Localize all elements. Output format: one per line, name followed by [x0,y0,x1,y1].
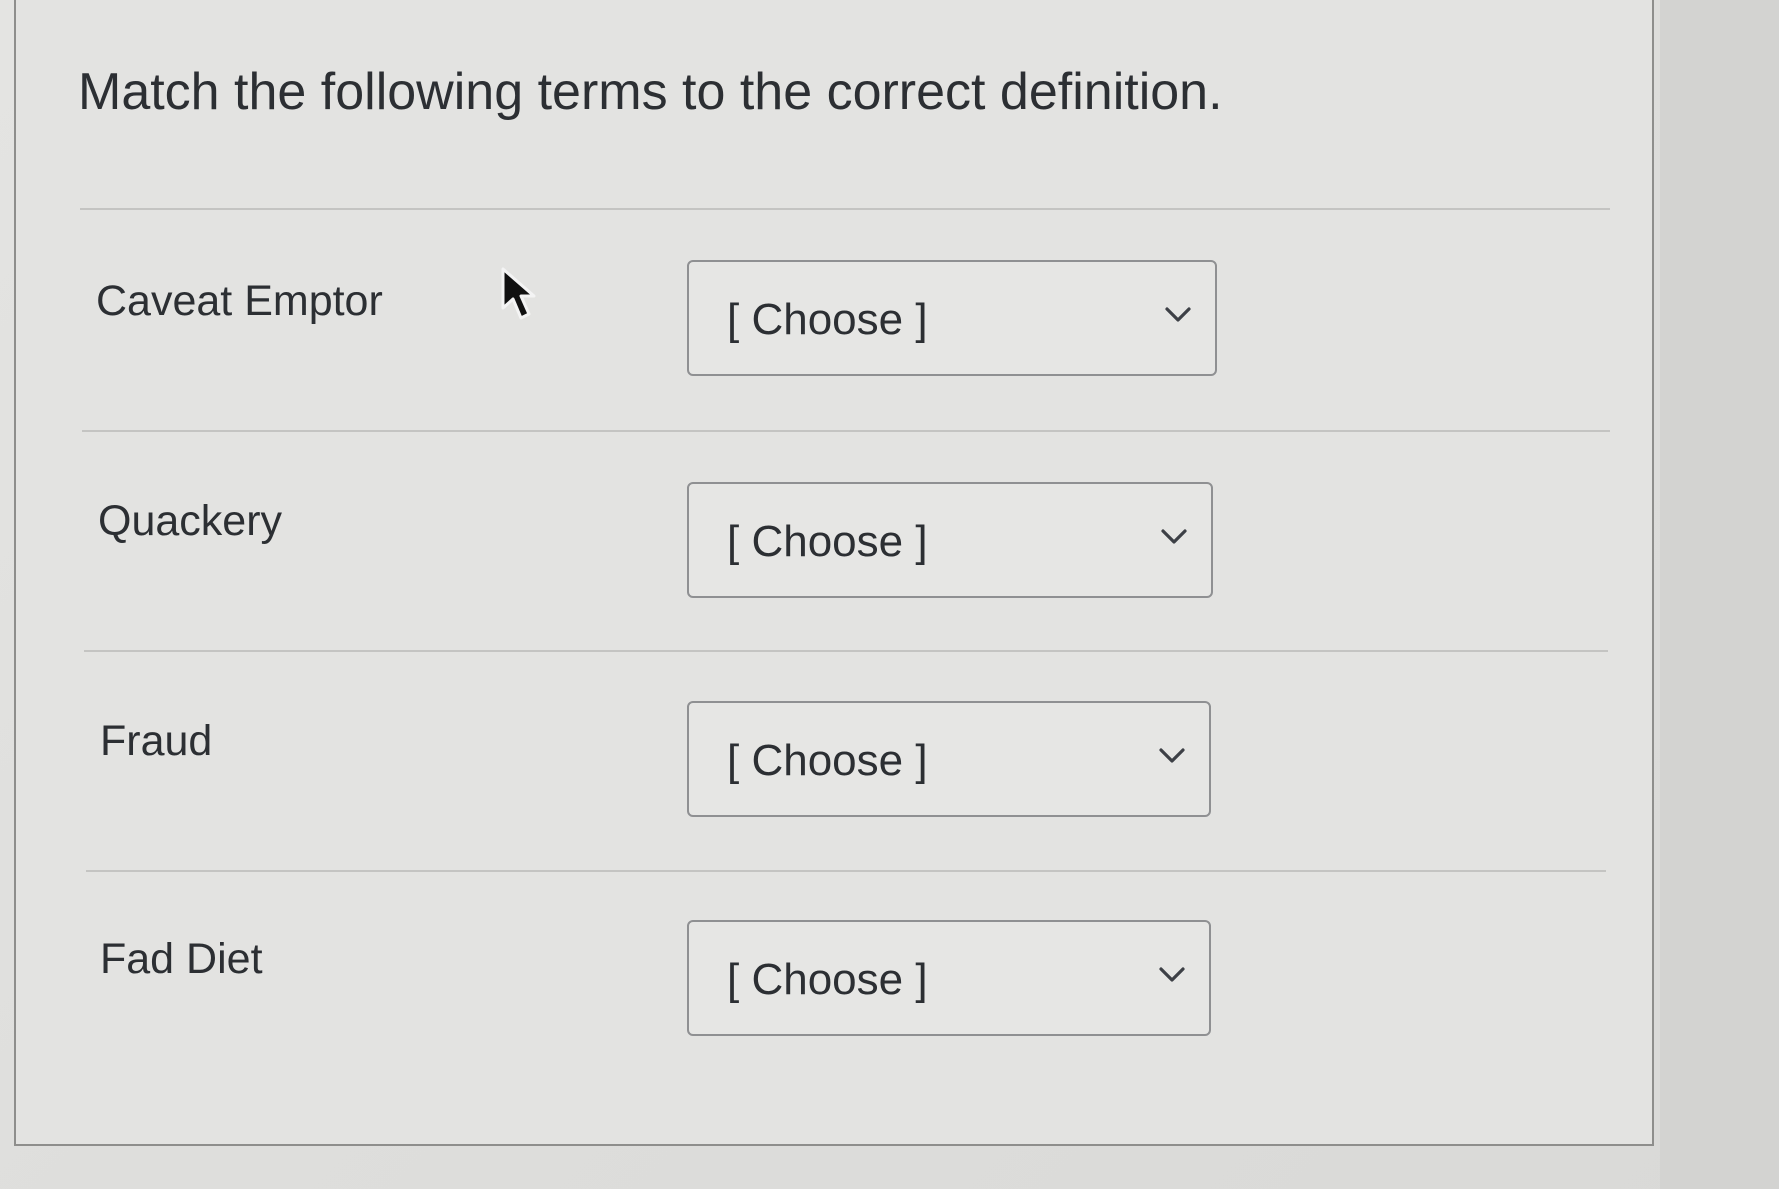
chevron-down-icon [1159,967,1185,982]
match-row-fad-diet: Fad Diet [ Choose ] [16,870,1652,1100]
question-prompt: Match the following terms to the correct… [78,63,1223,121]
term-label: Caveat Emptor [96,277,383,325]
select-selected-value: [ Choose ] [727,295,928,344]
match-row-caveat-emptor: Caveat Emptor [ Choose ] [16,208,1652,430]
select-selected-value: [ Choose ] [727,517,928,566]
chevron-down-icon [1159,748,1185,763]
chevron-down-icon [1161,529,1187,544]
definition-select[interactable]: [ Choose ] [687,920,1211,1036]
term-label: Quackery [98,497,283,545]
term-label: Fraud [100,717,213,765]
definition-select[interactable]: [ Choose ] [687,260,1217,376]
select-selected-value: [ Choose ] [727,955,928,1004]
match-row-quackery: Quackery [ Choose ] [16,430,1652,650]
select-selected-value: [ Choose ] [727,736,928,785]
page-margin [1660,0,1779,1189]
question-card: Match the following terms to the correct… [14,0,1654,1146]
definition-select[interactable]: [ Choose ] [687,701,1211,817]
definition-select[interactable]: [ Choose ] [687,482,1213,598]
term-label: Fad Diet [100,935,263,983]
chevron-down-icon [1165,307,1191,322]
mouse-cursor-icon [501,267,536,320]
match-row-fraud: Fraud [ Choose ] [16,650,1652,870]
